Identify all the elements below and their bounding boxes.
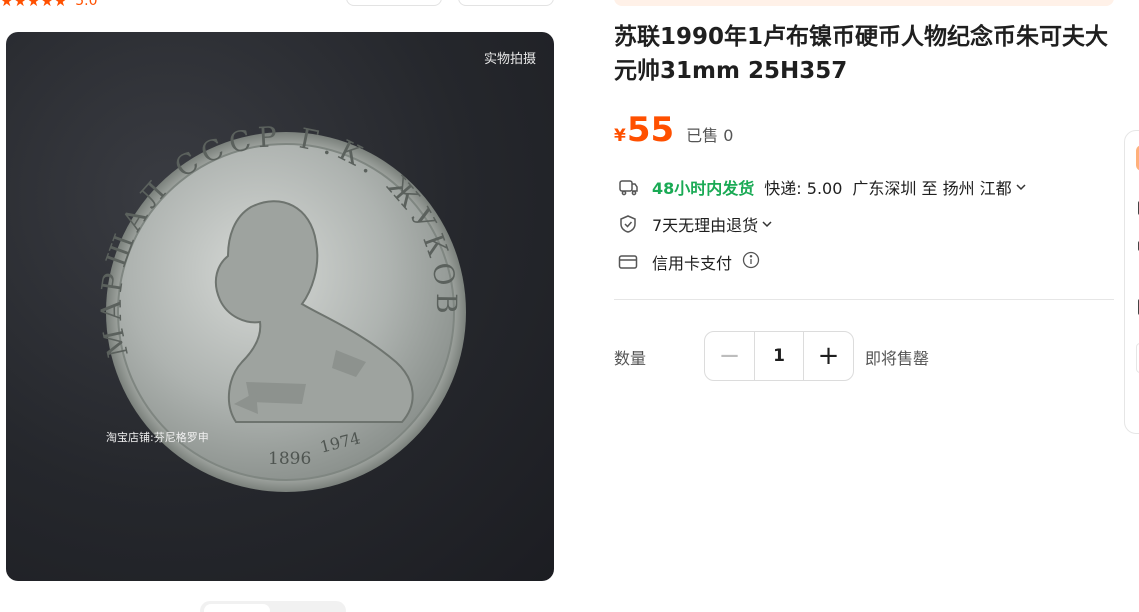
quantity-label: 数量: [614, 349, 647, 368]
info-icon[interactable]: [742, 251, 760, 273]
shop-watermark: 淘宝店铺:芬尼格罗申: [106, 431, 209, 444]
product-price: 55: [626, 110, 675, 150]
promo-banner: [614, 0, 1114, 6]
rating-stars: ★★★★★: [0, 0, 68, 10]
stock-status: 即将售罄: [865, 349, 930, 368]
shipping-row[interactable]: 48小时内发货 快递: 5.00 广东深圳 至 扬州 江都: [617, 175, 1026, 199]
currency-symbol: ¥: [614, 126, 626, 146]
fast-ship-badge: 48小时内发货: [652, 179, 755, 198]
photo-tag: 实物拍摄: [483, 52, 536, 67]
shipping-route[interactable]: 广东深圳 至 扬州 江都: [852, 175, 1011, 199]
delivery-truck-icon: [617, 176, 639, 198]
coin-illustration: МАРШАЛ СССР Г.К. ЖУКОВ 1896 1974: [95, 120, 466, 492]
top-tab-button[interactable]: [458, 0, 554, 6]
chevron-down-icon[interactable]: [1016, 180, 1026, 194]
quantity-decrease-button[interactable]: −: [705, 332, 754, 380]
payment-method: 信用卡支付: [652, 254, 733, 273]
section-divider: [614, 299, 1114, 300]
shipping-fee: 快递: 5.00: [764, 179, 843, 198]
returns-row[interactable]: 7天无理由退货: [617, 212, 772, 236]
return-shield-icon: [617, 213, 639, 235]
chevron-down-icon[interactable]: [762, 217, 772, 231]
thumbnail-active[interactable]: [204, 604, 270, 612]
price-row: ¥ 55 已售 0: [614, 110, 733, 150]
sold-count: 已售 0: [686, 126, 734, 145]
coin-year-start: 1896: [268, 449, 311, 469]
floating-side-panel[interactable]: [1124, 130, 1139, 434]
rating-score: 5.0: [75, 0, 98, 9]
quantity-input[interactable]: 1: [754, 332, 804, 380]
quantity-stepper[interactable]: − 1 +: [704, 331, 854, 381]
rating-summary: ★★★★★ 5.0: [0, 0, 98, 10]
thumbnail-strip[interactable]: [200, 601, 346, 612]
product-main-image[interactable]: МАРШАЛ СССР Г.К. ЖУКОВ 1896 1974 实物拍摄 淘宝…: [6, 32, 554, 581]
credit-card-icon: [617, 251, 639, 273]
payment-row: 信用卡支付: [617, 250, 760, 274]
top-tab-button[interactable]: [346, 0, 442, 6]
quantity-increase-button[interactable]: +: [804, 332, 853, 380]
returns-policy[interactable]: 7天无理由退货: [652, 212, 758, 236]
product-title: 苏联1990年1卢布镍币硬币人物纪念币朱可夫大元帅31mm 25H357: [614, 24, 1109, 84]
